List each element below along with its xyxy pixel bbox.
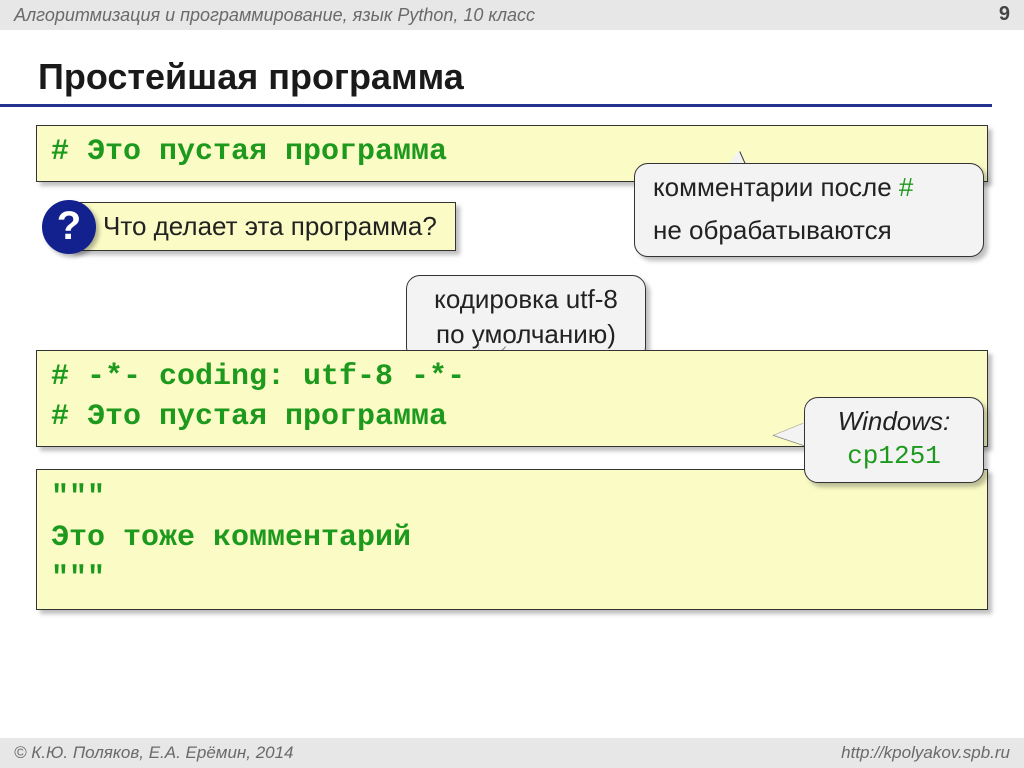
header-subject: Алгоритмизация и программирование, язык … <box>14 5 535 26</box>
footer-bar: © К.Ю. Поляков, Е.А. Ерёмин, 2014 http:/… <box>0 738 1024 768</box>
code-block-3: """ Это тоже комментарий """ <box>36 469 988 611</box>
question-mark-icon: ? <box>42 200 96 254</box>
callout-text: кодировка utf-8 <box>425 282 627 317</box>
callout-text: по умолчанию) <box>425 317 627 352</box>
callout-encoding-utf8: кодировка utf-8 по умолчанию) <box>406 275 646 361</box>
page-number: 9 <box>999 3 1010 26</box>
callout-text: Windows: <box>823 404 965 439</box>
footer-copyright: © К.Ю. Поляков, Е.А. Ерёмин, 2014 <box>14 743 294 763</box>
question-box: Что делает эта программа? <box>70 202 456 251</box>
page-title: Простейшая программа <box>0 30 992 107</box>
hash-symbol: # <box>899 172 913 202</box>
code-line: # -*- coding: utf-8 -*- <box>51 357 973 398</box>
callout-text: комментарии после <box>653 172 899 202</box>
code-line: """ <box>51 478 973 519</box>
question-text: Что делает эта программа? <box>103 211 437 241</box>
code-line: """ <box>51 559 973 600</box>
slide-content: # Это пустая программа комментарии после… <box>0 107 1024 747</box>
code-line: # Это пустая программа <box>51 135 447 169</box>
callout-code: cp1251 <box>823 439 965 474</box>
callout-tail <box>772 423 807 451</box>
header-bar: Алгоритмизация и программирование, язык … <box>0 0 1024 30</box>
callout-windows-cp1251: Windows: cp1251 <box>804 397 984 483</box>
code-line: Это тоже комментарий <box>51 518 973 559</box>
callout-text: не обрабатываются <box>653 213 965 248</box>
callout-comments-after-hash: комментарии после # не обрабатываются <box>634 163 984 257</box>
footer-url: http://kpolyakov.spb.ru <box>841 743 1010 763</box>
